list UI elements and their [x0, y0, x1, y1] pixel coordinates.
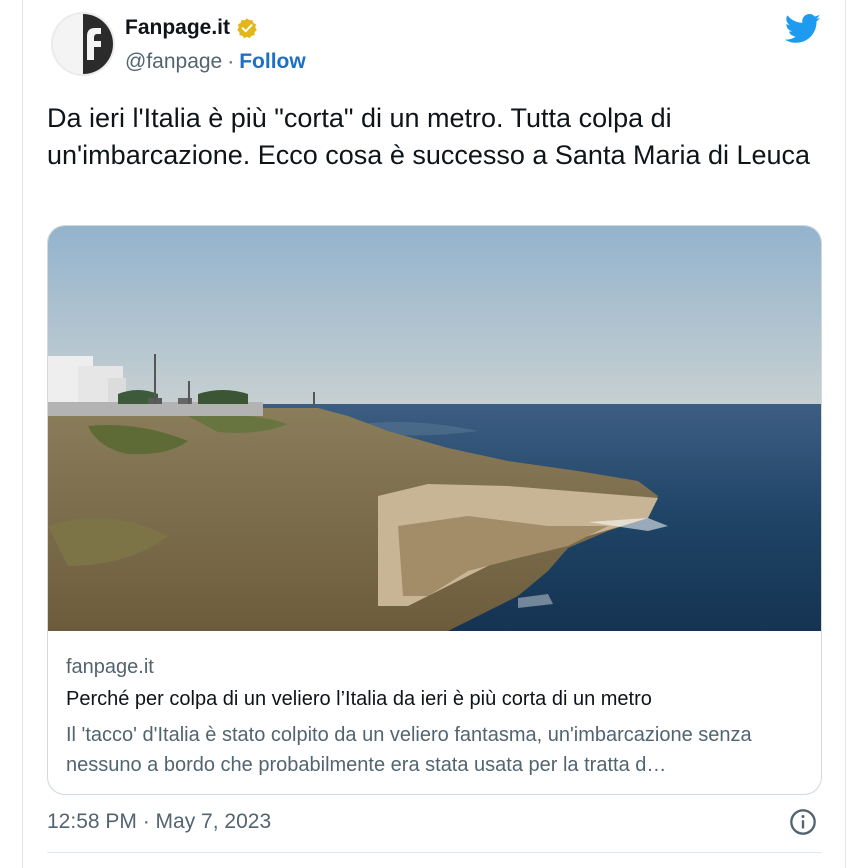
coastal-cliff-photo — [48, 226, 821, 631]
verified-badge-icon — [237, 18, 257, 39]
handle-line: @fanpage · Follow — [125, 50, 306, 74]
avatar[interactable] — [51, 12, 115, 76]
display-name-row[interactable]: Fanpage.it — [125, 16, 258, 40]
card-title[interactable]: Perché per colpa di un veliero l’Italia … — [66, 688, 806, 711]
fanpage-logo — [51, 12, 115, 76]
handle-separator: · — [227, 50, 235, 73]
tweet-timestamp[interactable]: 12:58 PM · May 7, 2023 — [47, 810, 271, 834]
card-description: Il 'tacco' d'Italia è stato colpito da u… — [66, 724, 752, 776]
info-icon[interactable] — [789, 808, 817, 836]
card-domain[interactable]: fanpage.it — [66, 656, 154, 679]
handle[interactable]: @fanpage — [125, 50, 222, 74]
display-name[interactable]: Fanpage.it — [125, 16, 230, 40]
twitter-bird-icon[interactable] — [785, 14, 821, 44]
tweet-card: Fanpage.it @fanpage · Follow Da ieri l'I… — [22, 0, 846, 868]
link-preview-card[interactable]: fanpage.it Perché per colpa di un velier… — [47, 225, 822, 795]
follow-button[interactable]: Follow — [239, 50, 306, 74]
tweet-text: Da ieri l'Italia è più "corta" di un met… — [47, 103, 811, 170]
divider — [47, 852, 822, 853]
link-preview-image[interactable] — [48, 226, 821, 631]
